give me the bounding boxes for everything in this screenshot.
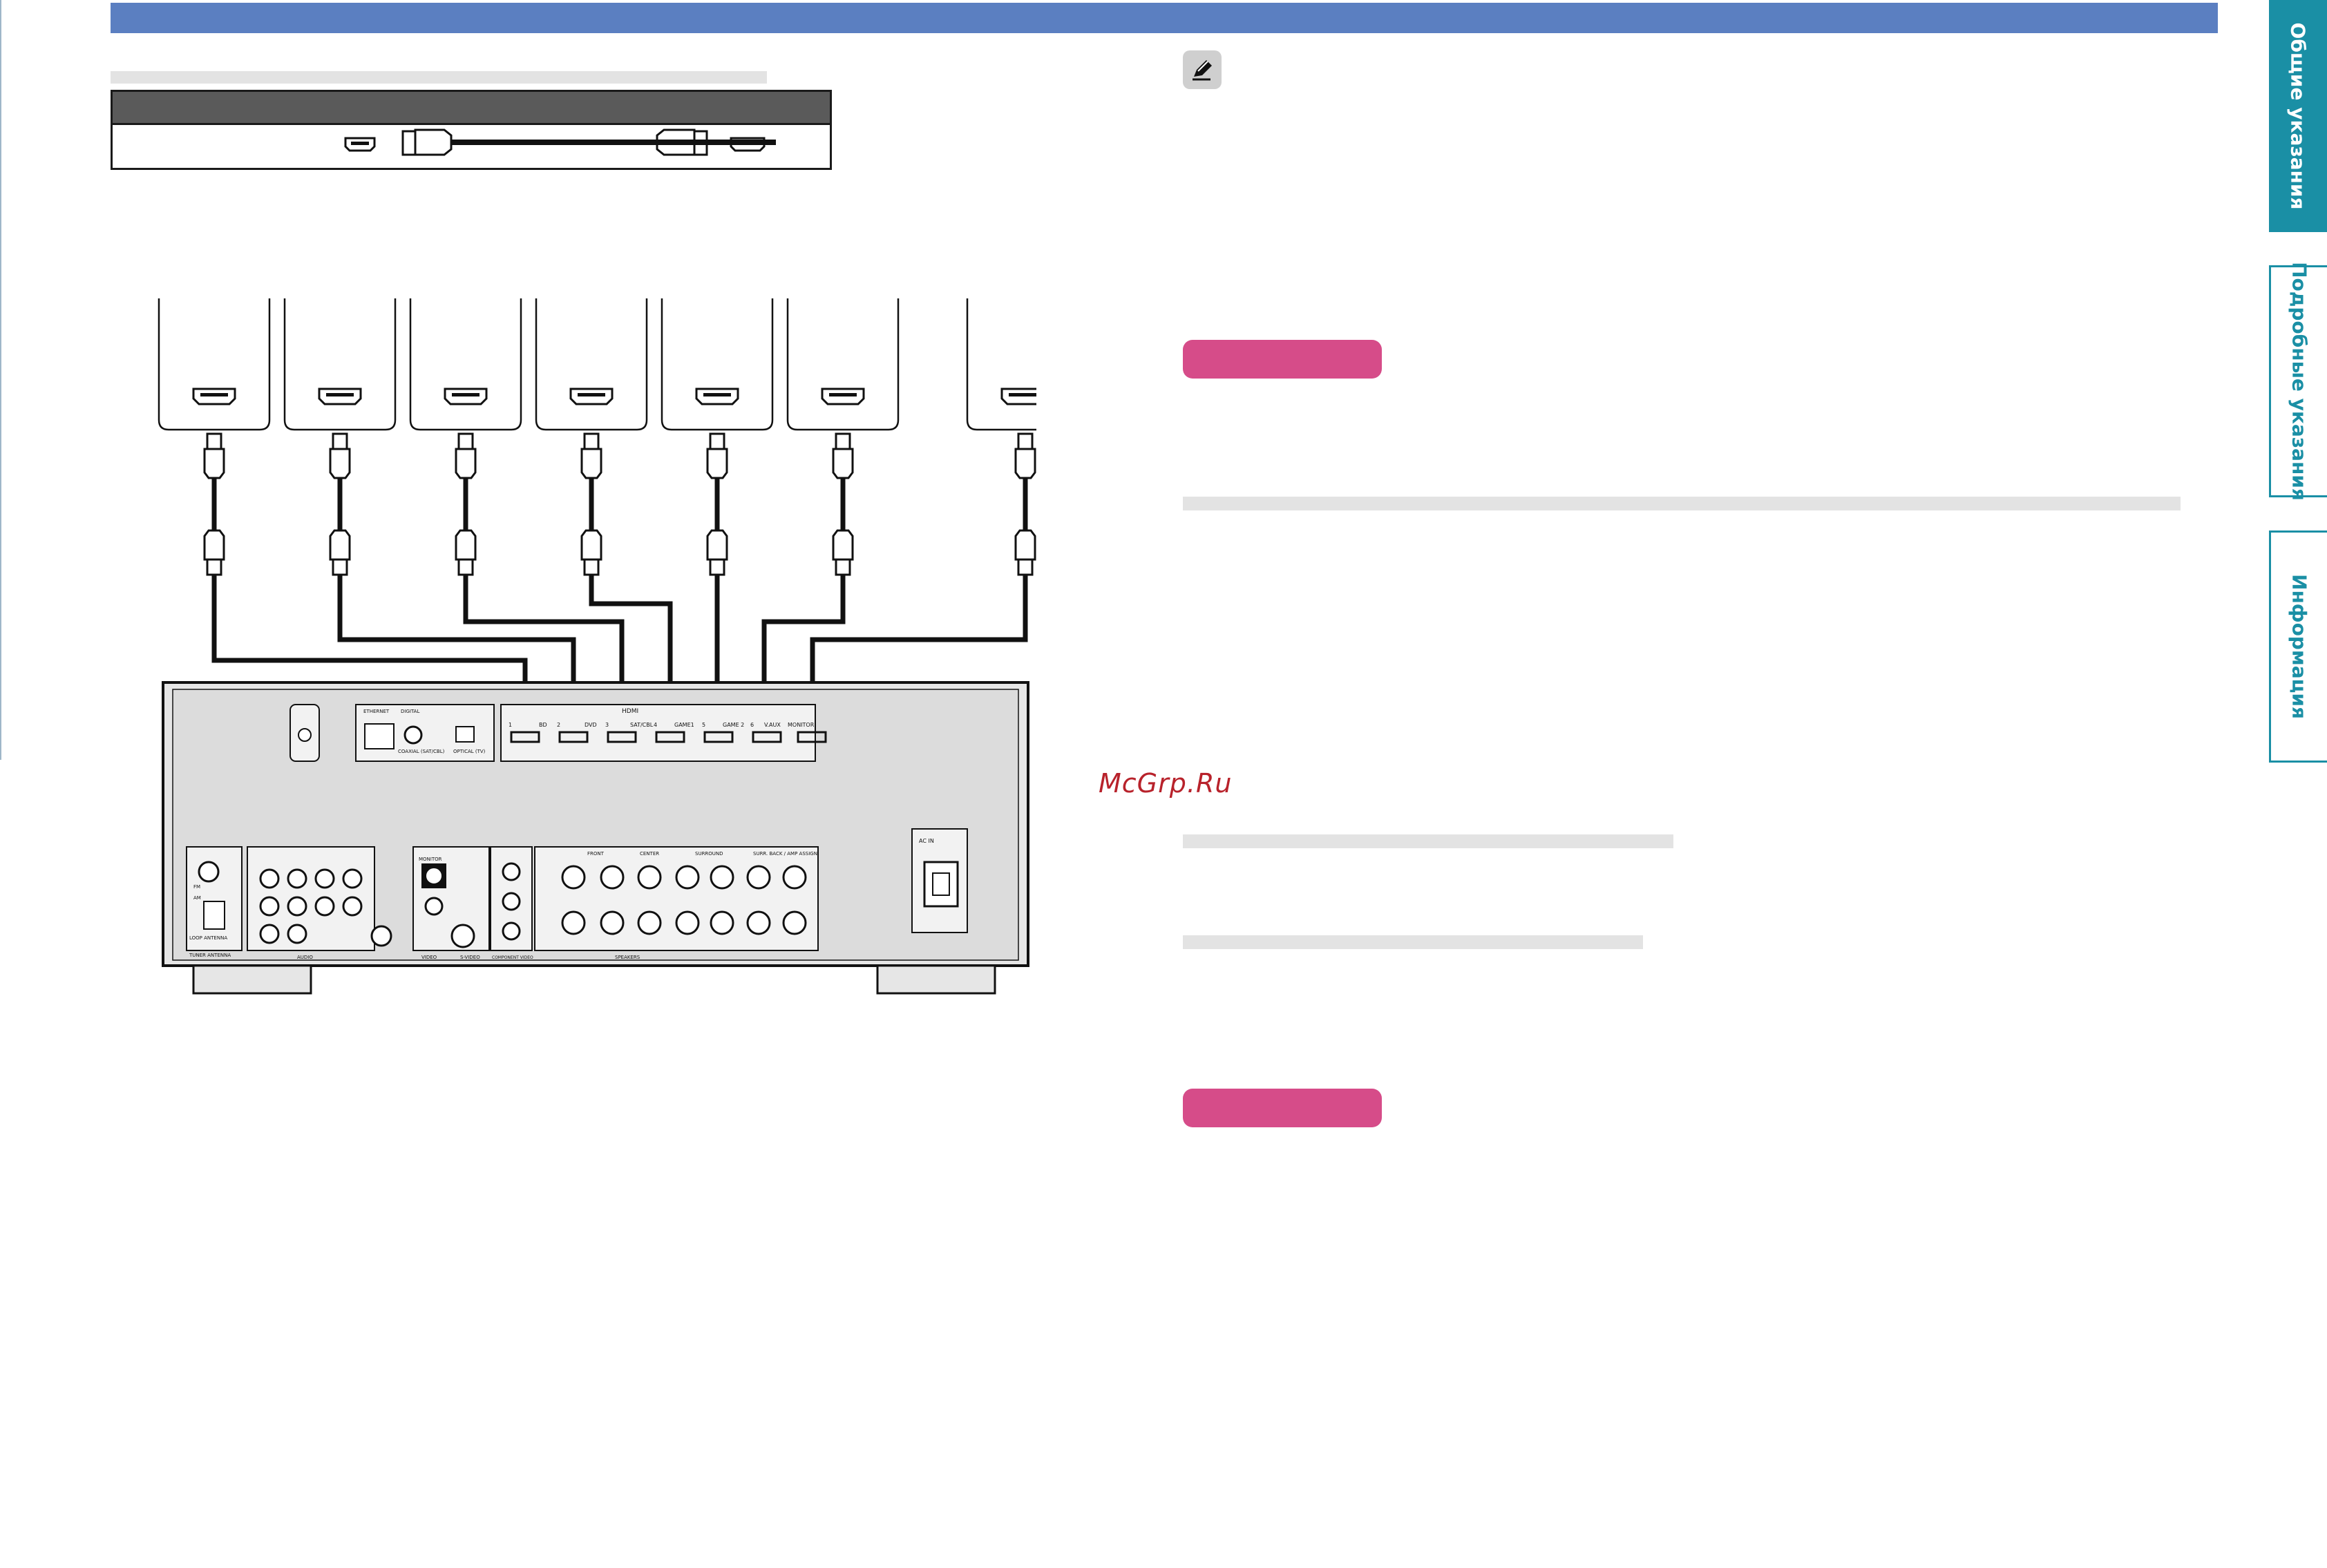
tab-information[interactable]: Информация [2269,530,2327,763]
av-receiver-rear-panel: HDMI 1 BD 2 DVD 3 SAT/CBL 4 GAME1 5 GAME… [162,681,1029,995]
tab-general-label: Общие указания [2286,22,2310,210]
watermark-text: McGrp.Ru [1099,768,1233,799]
hdmi-input-label: 3 [605,722,609,728]
hdmi-input-label: SAT/CBL [630,722,654,728]
hdmi-input-label: 4 [654,722,657,728]
cable-row [344,128,776,156]
monitor-label: MONITOR [419,857,442,862]
svideo-label: S-VIDEO [460,955,480,960]
tv-monitor [966,298,1036,431]
hdmi-cable-icon [401,128,776,156]
hdmi-input-label: 6 [750,722,754,728]
ethernet-label: ETHERNET [363,709,390,714]
tuner-antenna-label: TUNER ANTENNA [189,953,231,958]
hdmi-input-label: 1 [509,722,512,728]
caution-label [1183,1089,1382,1127]
tab-detailed-label: Подробные указания [2288,262,2310,501]
hdmi-input-label: BD [539,722,547,728]
note-pencil-icon [1183,50,1222,89]
source-device [158,298,271,431]
hdmi-input-label: GAME 2 [723,722,744,728]
source-device [409,298,522,431]
front-label: FRONT [587,851,605,857]
surr-back-label: SURR. BACK / AMP ASSIGN [753,851,817,857]
section-rule [1183,497,2181,510]
loop-antenna-label: LOOP ANTENNA [189,935,227,941]
source-device [283,298,397,431]
section-rule [1183,834,1673,848]
am-label: AM [193,895,201,901]
cable-table-header [113,92,830,125]
hdmi-input-label: GAME1 [674,722,694,728]
tab-general[interactable]: Общие указания [2269,0,2327,232]
cable-table [111,90,832,170]
speakers-label: SPEAKERS [615,955,640,960]
component-label: COMPONENT VIDEO [492,955,533,960]
hdmi-header: HDMI [622,708,638,715]
center-label: CENTER [640,851,659,857]
tab-information-label: Информация [2288,574,2310,719]
connection-diagram: HDMI 1 BD 2 DVD 3 SAT/CBL 4 GAME1 5 GAME… [158,298,1036,995]
digital-label: DIGITAL [401,709,419,714]
hdmi-input-label: V.AUX [764,722,781,728]
caution-label [1183,340,1382,379]
video-label: VIDEO [421,955,437,960]
fm-label: FM [193,884,200,890]
hdmi-input-label: MONITOR [788,722,815,728]
source-device [786,298,900,431]
section-rule [111,71,767,84]
audio-label: AUDIO [297,955,313,960]
hdmi-input-label: 2 [557,722,560,728]
hdmi-plugs [203,432,1036,576]
header-bar [111,3,2218,33]
surround-label: SURROUND [695,851,723,857]
tab-detailed[interactable]: Подробные указания [2269,262,2327,501]
optical-label: OPTICAL (TV) [453,749,486,754]
hdmi-input-label: 5 [702,722,705,728]
left-edge-line [0,0,1,760]
hdmi-port-icon [344,137,376,152]
section-rule [1183,935,1643,949]
source-device [535,298,648,431]
hdmi-input-label: DVD [585,722,597,728]
hdmi-cables [211,478,1028,685]
source-device [661,298,774,431]
ac-in-label: AC IN [919,838,934,844]
coaxial-label: COAXIAL (SAT/CBL) [398,749,445,754]
